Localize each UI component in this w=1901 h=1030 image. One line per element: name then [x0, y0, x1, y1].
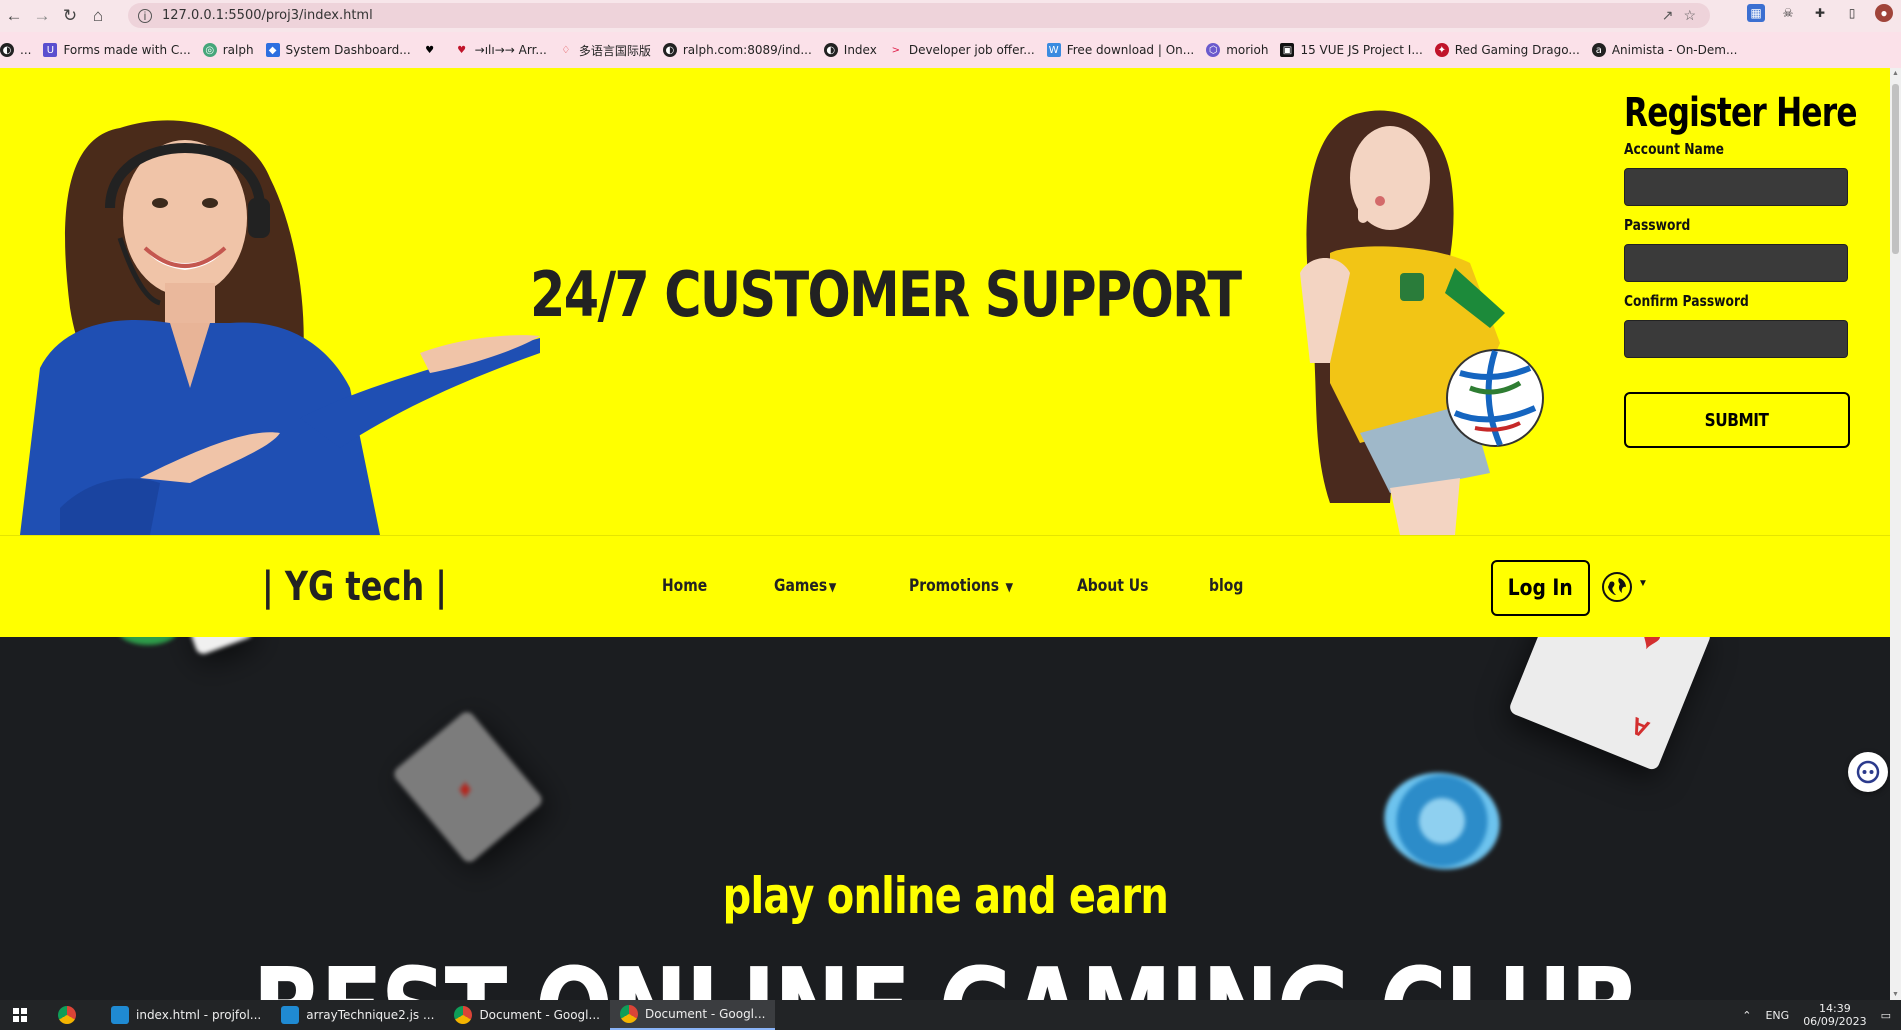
chrome-icon [58, 1006, 76, 1024]
page-viewport: 24/7 CUSTOMER SUPPORT Register Here Acco… [0, 68, 1890, 1000]
system-tray: ⌃ ENG 14:39 06/09/2023 ▭ [1742, 1000, 1901, 1030]
poker-chip-icon [1376, 763, 1508, 879]
hero-section: 24/7 CUSTOMER SUPPORT Register Here Acco… [0, 68, 1890, 535]
nav-games[interactable]: Games ▼ [774, 576, 885, 596]
heart-card-icon: ♥ A [1507, 637, 1713, 772]
scroll-up-icon[interactable]: ▲ [1892, 70, 1899, 77]
nav-promotions[interactable]: Promotions ▼ [909, 576, 1047, 596]
bookmark-item[interactable]: ◐... [0, 43, 31, 57]
chrome-icon [619, 1005, 638, 1023]
confirm-password-input[interactable] [1624, 320, 1848, 358]
bookmark-item[interactable]: a Animista - On-Dem... [1591, 43, 1737, 57]
bookmark-item[interactable]: ◎ ralph [202, 43, 254, 57]
bookmark-item[interactable]: ◐ Index [823, 43, 877, 57]
poker-chip-icon [118, 637, 178, 645]
bookmark-item[interactable]: ♥ →ılı→→ Arr... [455, 43, 547, 57]
taskbar-vscode-1[interactable]: index.html - projfol... [101, 1000, 271, 1030]
promo-banner: ♦ ♥ A play online and earn BEST ONLINE G… [0, 637, 1890, 1000]
url-text: 127.0.0.1:5500/proj3/index.html [162, 8, 373, 23]
bookmark-item[interactable]: > Developer job offer... [889, 43, 1035, 57]
taskbar-chrome[interactable] [40, 1000, 101, 1030]
scroll-down-icon[interactable]: ▼ [1892, 991, 1899, 998]
page-scrollbar[interactable]: ▲ ▼ [1890, 68, 1901, 1000]
bookmark-item[interactable]: U Forms made with C... [43, 43, 191, 57]
extension-icon-1[interactable]: ▦ [1747, 4, 1765, 22]
language-caret-icon[interactable]: ▼ [1638, 578, 1648, 589]
reload-icon[interactable]: ↻ [56, 2, 84, 30]
system-clock[interactable]: 14:39 06/09/2023 [1803, 1002, 1866, 1028]
brand-logo[interactable]: | YG tech | [262, 564, 447, 610]
account-name-label: Account Name [1624, 140, 1724, 158]
taskbar-chrome-document-2[interactable]: Document - Googl... [609, 1000, 776, 1030]
vscode-icon [111, 1006, 129, 1024]
bookmark-item[interactable]: ▣ 15 VUE JS Project I... [1280, 43, 1423, 57]
scrollbar-thumb[interactable] [1892, 84, 1899, 254]
submit-button[interactable]: SUBMIT [1624, 392, 1850, 448]
forward-icon[interactable]: → [28, 2, 56, 30]
football-girl-image [1300, 110, 1544, 535]
share-icon[interactable]: ↗ [1662, 7, 1674, 24]
bookmark-item[interactable]: ♢ 多语言国际版 [559, 42, 651, 59]
taskbar-vscode-2[interactable]: arrayTechnique2.js ... [271, 1000, 444, 1030]
info-icon[interactable]: i [138, 8, 152, 23]
globe-icon[interactable] [1602, 572, 1632, 602]
bookmark-item[interactable]: ◆ System Dashboard... [265, 43, 411, 57]
password-input[interactable] [1624, 244, 1848, 282]
browser-toolbar: ← → ↻ ⌂ i 127.0.0.1:5500/proj3/index.htm… [0, 0, 1901, 32]
banner-tagline: play online and earn [722, 867, 1168, 925]
confirm-password-label: Confirm Password [1624, 292, 1749, 310]
puzzle-icon[interactable]: ✚ [1811, 4, 1829, 22]
taskbar-chrome-document-1[interactable]: Document - Googl... [444, 1000, 610, 1030]
nav-links: Home Games ▼ Promotions ▼ About Us blog [662, 576, 1251, 596]
bookmark-item[interactable]: ⬡ morioh [1206, 43, 1268, 57]
bookmark-item[interactable]: ◐ ralph.com:8089/ind... [662, 43, 812, 57]
address-bar[interactable]: i 127.0.0.1:5500/proj3/index.html ↗ ☆ [128, 3, 1710, 28]
hero-headline: 24/7 CUSTOMER SUPPORT [530, 258, 1242, 331]
register-form: Register Here Account Name Password Conf… [1624, 90, 1858, 448]
bookmark-item[interactable]: ♥ [423, 43, 443, 57]
main-navbar: | YG tech | Home Games ▼ Promotions ▼ Abo… [0, 535, 1890, 637]
vscode-icon [281, 1006, 300, 1024]
chat-widget-button[interactable] [1848, 752, 1888, 792]
caret-down-icon: ▼ [828, 580, 837, 594]
password-label: Password [1624, 216, 1691, 234]
tray-chevron-up-icon[interactable]: ⌃ [1742, 1009, 1751, 1022]
chat-bot-icon [1856, 760, 1880, 784]
star-icon[interactable]: ☆ [1683, 7, 1696, 24]
home-icon[interactable]: ⌂ [84, 2, 112, 30]
windows-start-icon[interactable] [0, 1000, 40, 1030]
nav-blog[interactable]: blog [1209, 576, 1243, 596]
caret-down-icon: ▼ [1005, 580, 1014, 594]
extension-icon-2[interactable]: ☠ [1779, 4, 1797, 22]
diamond-card-icon: ♦ [391, 708, 545, 866]
profile-avatar[interactable]: ● [1875, 4, 1893, 22]
back-icon[interactable]: ← [0, 2, 28, 30]
nav-about-us[interactable]: About Us [1077, 576, 1185, 596]
banner-title: BEST ONLINE GAMING CLUB [0, 942, 1890, 1000]
chrome-icon [454, 1006, 473, 1024]
login-button[interactable]: Log In [1491, 560, 1590, 616]
account-name-input[interactable] [1624, 168, 1848, 206]
bookmark-item[interactable]: ✦ Red Gaming Drago... [1434, 43, 1580, 57]
support-woman-image [20, 120, 540, 535]
sidepanel-icon[interactable]: ▯ [1843, 4, 1861, 22]
nav-home[interactable]: Home [662, 576, 754, 596]
bookmarks-bar: ◐... U Forms made with C... ◎ ralph ◆ Syste… [0, 32, 1901, 68]
os-taskbar: index.html - projfol... arrayTechnique2.… [0, 1000, 1901, 1030]
bookmark-item[interactable]: W Free download | On... [1046, 43, 1194, 57]
notification-icon[interactable]: ▭ [1881, 1009, 1891, 1022]
language-indicator[interactable]: ENG [1765, 1009, 1789, 1022]
register-title: Register Here [1624, 90, 1858, 136]
playing-card-icon [184, 637, 256, 657]
